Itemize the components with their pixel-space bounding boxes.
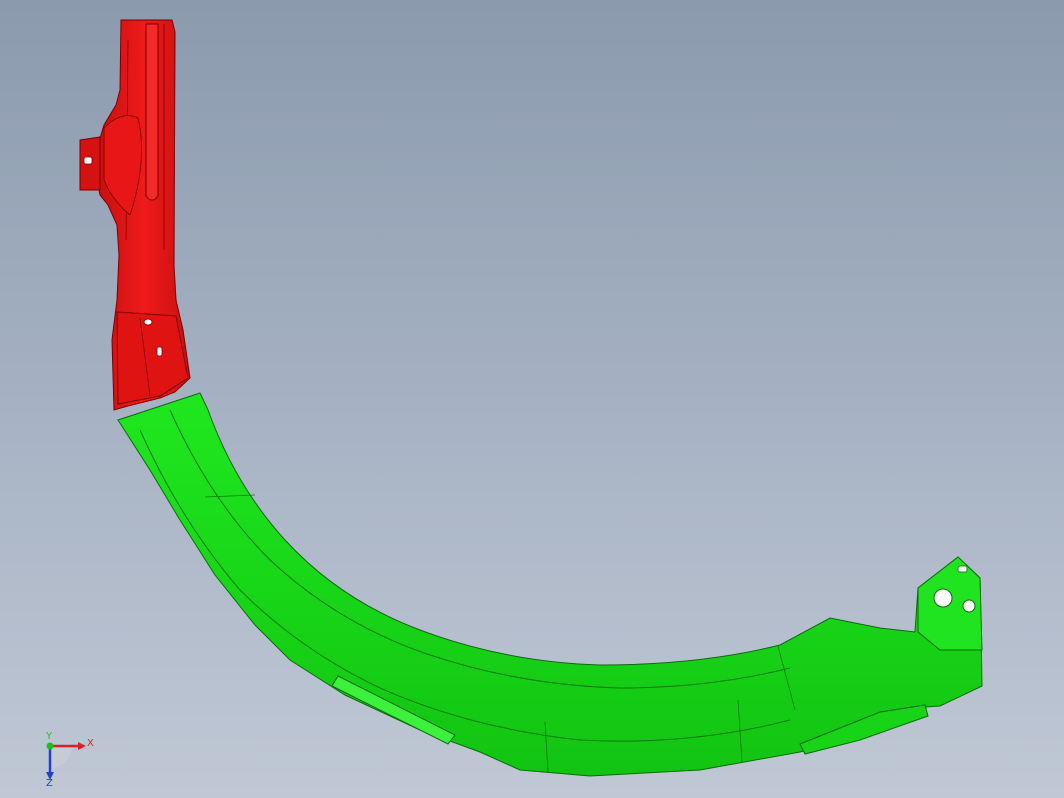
upper-bracket-part[interactable] bbox=[79, 19, 191, 411]
y-axis-dot bbox=[46, 742, 54, 750]
x-axis-label: X bbox=[87, 738, 94, 749]
x-arrowhead-icon bbox=[78, 742, 86, 750]
mount-hole-large bbox=[933, 588, 953, 608]
cad-viewport[interactable]: X Y Z bbox=[0, 0, 1064, 798]
tab-slot bbox=[83, 156, 93, 165]
orientation-triad: X Y Z bbox=[36, 730, 100, 789]
z-axis-label: Z bbox=[46, 778, 53, 786]
bracket-ridge bbox=[145, 23, 159, 201]
cad-model[interactable] bbox=[0, 0, 1064, 798]
mount-hole-small bbox=[962, 599, 976, 613]
triad-quarter-disc bbox=[50, 746, 72, 768]
arc-body bbox=[117, 392, 983, 777]
mount-slot bbox=[957, 565, 968, 573]
y-axis-label: Y bbox=[45, 731, 53, 742]
bracket-hole bbox=[156, 346, 163, 357]
lower-arc-member-part[interactable] bbox=[117, 392, 983, 777]
bracket-hole bbox=[143, 318, 153, 326]
